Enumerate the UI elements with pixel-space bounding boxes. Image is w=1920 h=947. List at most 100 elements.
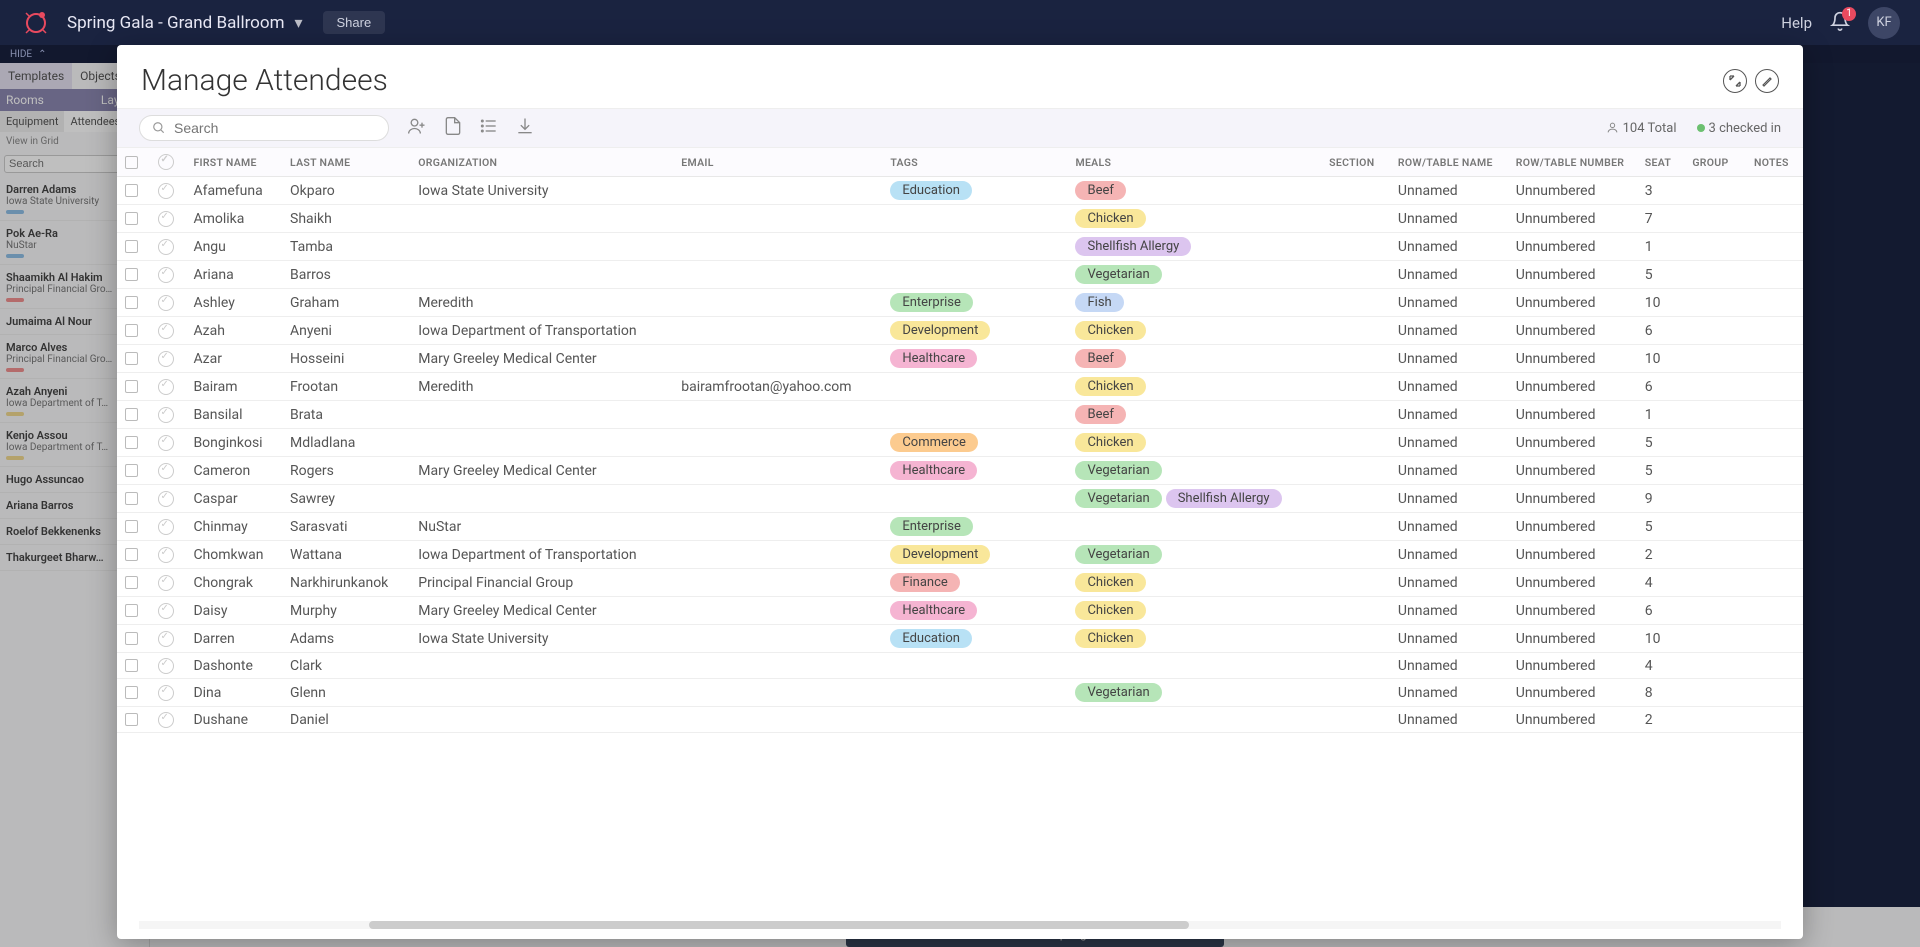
table-row[interactable]: Chinmay Sarasvati NuStar Enterprise Unna… <box>117 513 1803 541</box>
row-checkin[interactable] <box>158 603 174 619</box>
row-checkin[interactable] <box>158 211 174 227</box>
table-row[interactable]: Cameron Rogers Mary Greeley Medical Cent… <box>117 457 1803 485</box>
cell-notes <box>1746 289 1803 317</box>
table-row[interactable]: Daisy Murphy Mary Greeley Medical Center… <box>117 597 1803 625</box>
attendee-search[interactable] <box>139 115 389 141</box>
expand-icon[interactable] <box>1723 69 1747 93</box>
table-row[interactable]: Chongrak Narkhirunkanok Principal Financ… <box>117 569 1803 597</box>
row-checkin[interactable] <box>158 267 174 283</box>
add-attendee-icon[interactable] <box>407 116 427 140</box>
row-checkbox[interactable] <box>125 548 138 561</box>
table-row[interactable]: Ashley Graham Meredith Enterprise Fish U… <box>117 289 1803 317</box>
horizontal-scrollbar[interactable] <box>139 921 1781 929</box>
row-checkbox[interactable] <box>125 520 138 533</box>
row-checkbox[interactable] <box>125 296 138 309</box>
cell-rnum: Unnumbered <box>1508 233 1637 261</box>
share-button[interactable]: Share <box>323 11 386 34</box>
row-checkbox[interactable] <box>125 632 138 645</box>
row-checkbox[interactable] <box>125 604 138 617</box>
row-checkbox[interactable] <box>125 240 138 253</box>
table-row[interactable]: Bonginkosi Mdladlana Commerce Chicken Un… <box>117 429 1803 457</box>
row-checkbox[interactable] <box>125 324 138 337</box>
cell-section <box>1321 707 1390 733</box>
row-checkin[interactable] <box>158 351 174 367</box>
col-group[interactable]: GROUP <box>1684 148 1746 177</box>
table-row[interactable]: Bansilal Brata Beef Unnamed Unnumbered 1 <box>117 401 1803 429</box>
cell-first: Darren <box>185 625 282 653</box>
notifications-button[interactable]: 1 <box>1830 11 1850 35</box>
cell-tags: Healthcare <box>882 597 1067 625</box>
checkin-all-icon[interactable] <box>158 154 174 170</box>
row-checkbox[interactable] <box>125 268 138 281</box>
col-rownum[interactable]: ROW/TABLE NUMBER <box>1508 148 1637 177</box>
pill: Development <box>890 545 990 564</box>
row-checkin[interactable] <box>158 658 174 674</box>
table-row[interactable]: Dashonte Clark Unnamed Unnumbered 4 <box>117 653 1803 679</box>
col-meals[interactable]: MEALS <box>1067 148 1321 177</box>
help-link[interactable]: Help <box>1781 14 1812 32</box>
table-row[interactable]: Caspar Sawrey VegetarianShellfish Allerg… <box>117 485 1803 513</box>
row-checkin[interactable] <box>158 183 174 199</box>
title-dropdown-icon[interactable]: ▾ <box>294 13 302 32</box>
table-row[interactable]: Chomkwan Wattana Iowa Department of Tran… <box>117 541 1803 569</box>
row-checkin[interactable] <box>158 685 174 701</box>
table-row[interactable]: Azar Hosseini Mary Greeley Medical Cente… <box>117 345 1803 373</box>
row-checkbox[interactable] <box>125 576 138 589</box>
cell-group <box>1684 653 1746 679</box>
table-row[interactable]: Bairam Frootan Meredith bairamfrootan@ya… <box>117 373 1803 401</box>
avatar[interactable]: KF <box>1868 7 1900 39</box>
row-checkbox[interactable] <box>125 352 138 365</box>
search-input[interactable] <box>174 120 376 136</box>
cell-rname: Unnamed <box>1390 569 1508 597</box>
col-seat[interactable]: SEAT <box>1637 148 1685 177</box>
row-checkin[interactable] <box>158 519 174 535</box>
row-checkbox[interactable] <box>125 212 138 225</box>
row-checkbox[interactable] <box>125 380 138 393</box>
import-icon[interactable] <box>443 116 463 140</box>
list-icon[interactable] <box>479 116 499 140</box>
row-checkbox[interactable] <box>125 436 138 449</box>
row-checkin[interactable] <box>158 435 174 451</box>
row-checkbox[interactable] <box>125 408 138 421</box>
table-row[interactable]: Dina Glenn Vegetarian Unnamed Unnumbered… <box>117 679 1803 707</box>
row-checkin[interactable] <box>158 712 174 728</box>
row-checkbox[interactable] <box>125 492 138 505</box>
row-checkbox[interactable] <box>125 184 138 197</box>
download-icon[interactable] <box>515 116 535 140</box>
table-row[interactable]: Ariana Barros Vegetarian Unnamed Unnumbe… <box>117 261 1803 289</box>
col-section[interactable]: SECTION <box>1321 148 1390 177</box>
table-row[interactable]: Afamefuna Okparo Iowa State University E… <box>117 177 1803 205</box>
col-email[interactable]: EMAIL <box>673 148 882 177</box>
table-row[interactable]: Darren Adams Iowa State University Educa… <box>117 625 1803 653</box>
row-checkin[interactable] <box>158 491 174 507</box>
row-checkin[interactable] <box>158 407 174 423</box>
row-checkbox[interactable] <box>125 659 138 672</box>
row-checkin[interactable] <box>158 547 174 563</box>
cell-rname: Unnamed <box>1390 261 1508 289</box>
row-checkin[interactable] <box>158 575 174 591</box>
select-all-checkbox[interactable] <box>125 156 138 169</box>
row-checkbox[interactable] <box>125 713 138 726</box>
cell-notes <box>1746 597 1803 625</box>
table-row[interactable]: Dushane Daniel Unnamed Unnumbered 2 <box>117 707 1803 733</box>
row-checkin[interactable] <box>158 631 174 647</box>
table-row[interactable]: Angu Tamba Shellfish Allergy Unnamed Unn… <box>117 233 1803 261</box>
col-first[interactable]: FIRST NAME <box>185 148 282 177</box>
row-checkbox[interactable] <box>125 686 138 699</box>
table-row[interactable]: Amolika Shaikh Chicken Unnamed Unnumbere… <box>117 205 1803 233</box>
table-row[interactable]: Azah Anyeni Iowa Department of Transport… <box>117 317 1803 345</box>
cell-email <box>673 653 882 679</box>
row-checkin[interactable] <box>158 295 174 311</box>
col-last[interactable]: LAST NAME <box>282 148 410 177</box>
edit-icon[interactable] <box>1755 69 1779 93</box>
row-checkin[interactable] <box>158 323 174 339</box>
row-checkbox[interactable] <box>125 464 138 477</box>
col-rowname[interactable]: ROW/TABLE NAME <box>1390 148 1508 177</box>
col-tags[interactable]: TAGS <box>882 148 1067 177</box>
col-org[interactable]: ORGANIZATION <box>410 148 673 177</box>
col-notes[interactable]: NOTES <box>1746 148 1803 177</box>
row-checkin[interactable] <box>158 239 174 255</box>
cell-group <box>1684 707 1746 733</box>
row-checkin[interactable] <box>158 463 174 479</box>
row-checkin[interactable] <box>158 379 174 395</box>
